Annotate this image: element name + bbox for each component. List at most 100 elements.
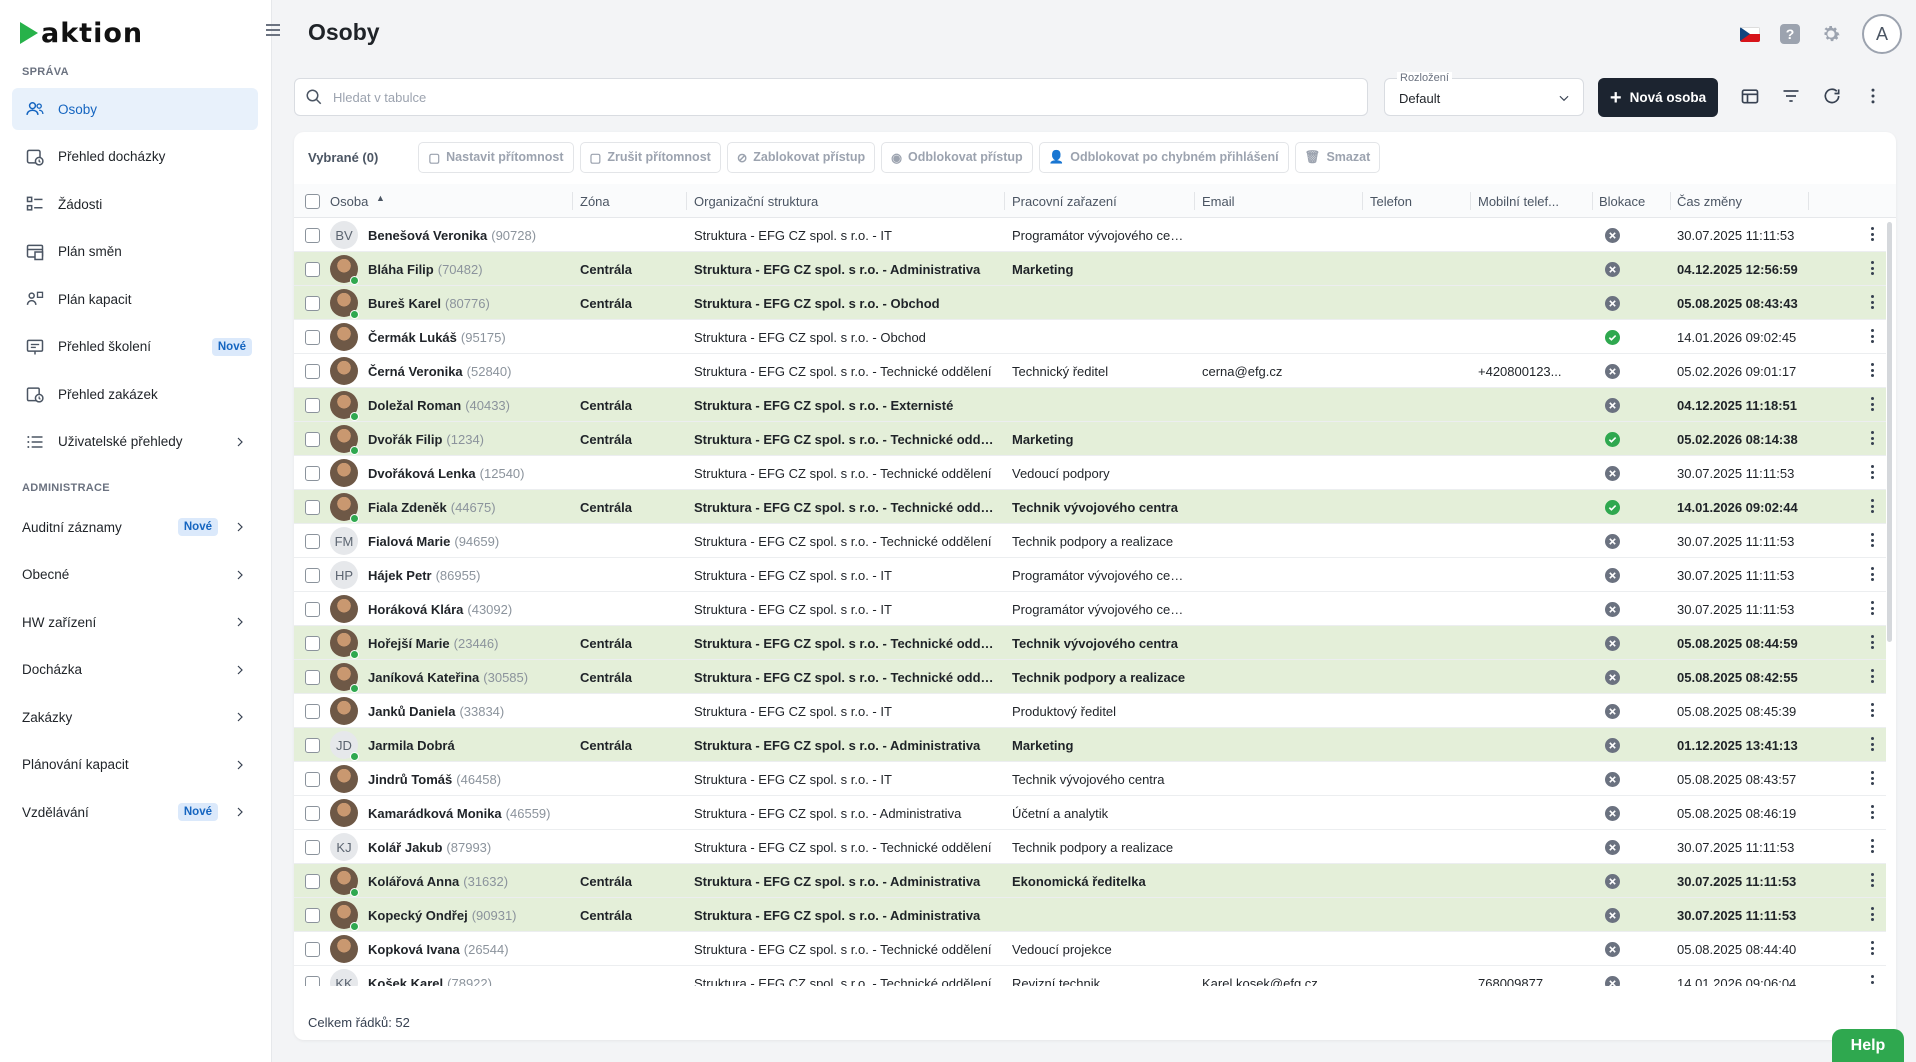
row-checkbox[interactable] xyxy=(305,500,320,515)
person-name[interactable]: Kolářová Anna (31632) xyxy=(368,874,508,889)
help-question-icon[interactable]: ? xyxy=(1780,24,1800,44)
person-name[interactable]: Fiala Zdeněk (44675) xyxy=(368,500,496,515)
row-checkbox[interactable] xyxy=(305,262,320,277)
person-name[interactable]: Černá Veronika (52840) xyxy=(368,364,511,379)
table-row[interactable]: Čermák Lukáš (95175) Struktura - EFG CZ sp… xyxy=(294,320,1886,354)
vertical-scrollbar[interactable] xyxy=(1887,222,1892,642)
sidebar-item-auditni-zaznamy[interactable]: Auditní záznamy Nové xyxy=(12,506,258,548)
row-checkbox[interactable] xyxy=(305,432,320,447)
table-row[interactable]: Doležal Roman (40433) Centrála Struktura - … xyxy=(294,388,1886,422)
column-settings-icon[interactable] xyxy=(1740,86,1760,106)
person-name[interactable]: Bláha Filip (70482) xyxy=(368,262,483,277)
row-checkbox[interactable] xyxy=(305,942,320,957)
table-row[interactable]: Horáková Klára (43092) Struktura - EFG CZ … xyxy=(294,592,1886,626)
col-job[interactable]: Pracovní zařazení xyxy=(1012,194,1117,209)
set-presence-button[interactable]: ▢ Nastavit přítomnost xyxy=(418,141,574,173)
row-menu-icon[interactable] xyxy=(1871,261,1875,278)
row-checkbox[interactable] xyxy=(305,568,320,583)
sidebar-item-osoby[interactable]: Osoby xyxy=(12,88,258,130)
person-name[interactable]: Košek Karel (78922) xyxy=(368,976,492,986)
table-row[interactable]: FM Fialová Marie (94659) Struktura - EFG CZ… xyxy=(294,524,1886,558)
layout-select[interactable]: Rozložení Default xyxy=(1384,72,1584,116)
table-row[interactable]: Bláha Filip (70482) Centrála Struktura - EF… xyxy=(294,252,1886,286)
col-phone[interactable]: Telefon xyxy=(1370,194,1412,209)
more-options-icon[interactable] xyxy=(1863,86,1883,106)
person-name[interactable]: Hořejší Marie (23446) xyxy=(368,636,498,651)
row-checkbox[interactable] xyxy=(305,738,320,753)
table-row[interactable]: HP Hájek Petr (86955) Struktura - EFG CZ sp… xyxy=(294,558,1886,592)
sidebar-item-zakazky[interactable]: Zakázky xyxy=(12,696,258,738)
table-row[interactable]: Kopková Ivana (26544) Struktura - EFG CZ s… xyxy=(294,932,1886,966)
sidebar-item-dochazka[interactable]: Docházka xyxy=(12,649,258,691)
col-mobile[interactable]: Mobilní telef... xyxy=(1478,194,1559,209)
table-row[interactable]: Kopecký Ondřej (90931) Centrála Struktura -… xyxy=(294,898,1886,932)
row-menu-icon[interactable] xyxy=(1871,431,1875,448)
sidebar-item-prehled-skoleni[interactable]: Přehled školení Nové xyxy=(12,326,258,368)
filter-icon[interactable] xyxy=(1781,86,1801,106)
table-row[interactable]: KK Košek Karel (78922) Struktura - EFG CZ s… xyxy=(294,966,1886,986)
sidebar-item-vzdelavani[interactable]: Vzdělávání Nové xyxy=(12,791,258,833)
row-menu-icon[interactable] xyxy=(1871,533,1875,550)
row-checkbox[interactable] xyxy=(305,296,320,311)
row-menu-icon[interactable] xyxy=(1871,601,1875,618)
person-name[interactable]: Dvořáková Lenka (12540) xyxy=(368,466,524,481)
search-input[interactable] xyxy=(333,89,1233,105)
sidebar-item-prehled-zakazek[interactable]: Přehled zakázek xyxy=(12,373,258,415)
row-menu-icon[interactable] xyxy=(1871,669,1875,686)
person-name[interactable]: Bureš Karel (80776) xyxy=(368,296,490,311)
row-menu-icon[interactable] xyxy=(1871,907,1875,924)
row-menu-icon[interactable] xyxy=(1871,703,1875,720)
person-name[interactable]: Kopecký Ondřej (90931) xyxy=(368,908,517,923)
table-search[interactable] xyxy=(294,78,1368,116)
row-menu-icon[interactable] xyxy=(1871,499,1875,516)
delete-button[interactable]: 🗑 Smazat xyxy=(1294,141,1381,173)
row-checkbox[interactable] xyxy=(305,398,320,413)
sidebar-item-plan-smen[interactable]: Plán směn xyxy=(12,231,258,273)
col-blokace[interactable]: Blokace xyxy=(1599,194,1645,209)
row-checkbox[interactable] xyxy=(305,908,320,923)
user-avatar[interactable]: A xyxy=(1862,14,1902,54)
row-checkbox[interactable] xyxy=(305,636,320,651)
col-cas-zmeny[interactable]: Čas změny xyxy=(1677,194,1742,209)
person-name[interactable]: Dvořák Filip (1234) xyxy=(368,432,484,447)
person-name[interactable]: Janků Daniela (33834) xyxy=(368,704,504,719)
row-checkbox[interactable] xyxy=(305,602,320,617)
table-row[interactable]: Jindrů Tomáš (46458) Struktura - EFG CZ sp… xyxy=(294,762,1886,796)
row-menu-icon[interactable] xyxy=(1871,839,1875,856)
row-menu-icon[interactable] xyxy=(1871,465,1875,482)
table-row[interactable]: Janíková Kateřina (30585) Centrála Struktur… xyxy=(294,660,1886,694)
cancel-presence-button[interactable]: ▢ Zrušit přítomnost xyxy=(579,141,721,173)
table-row[interactable]: Bureš Karel (80776) Centrála Struktura - EF… xyxy=(294,286,1886,320)
menu-toggle-icon[interactable] xyxy=(266,24,280,36)
sidebar-item-plan-kapacit[interactable]: Plán kapacit xyxy=(12,278,258,320)
row-menu-icon[interactable] xyxy=(1871,397,1875,414)
table-row[interactable]: Fiala Zdeněk (44675) Centrála Struktura - E… xyxy=(294,490,1886,524)
row-menu-icon[interactable] xyxy=(1871,363,1875,380)
person-name[interactable]: Fialová Marie (94659) xyxy=(368,534,499,549)
row-checkbox[interactable] xyxy=(305,806,320,821)
person-name[interactable]: Janíková Kateřina (30585) xyxy=(368,670,528,685)
table-row[interactable]: Janků Daniela (33834) Struktura - EFG CZ s… xyxy=(294,694,1886,728)
refresh-icon[interactable] xyxy=(1822,86,1842,106)
col-zona[interactable]: Zóna xyxy=(580,194,610,209)
person-name[interactable]: Kopková Ivana (26544) xyxy=(368,942,509,957)
row-checkbox[interactable] xyxy=(305,466,320,481)
sidebar-item-prehled-dochazky[interactable]: Přehled docházky xyxy=(12,136,258,178)
table-row[interactable]: Dvořák Filip (1234) Centrála Struktura - EF… xyxy=(294,422,1886,456)
row-menu-icon[interactable] xyxy=(1871,567,1875,584)
table-row[interactable]: BV Benešová Veronika (90728) Struktura - EF… xyxy=(294,218,1886,252)
row-checkbox[interactable] xyxy=(305,534,320,549)
person-name[interactable]: Jarmila Dobrá xyxy=(368,738,459,753)
sidebar-item-uzivatelske-prehledy[interactable]: Uživatelské přehledy xyxy=(12,421,258,463)
row-checkbox[interactable] xyxy=(305,874,320,889)
help-button[interactable]: Help xyxy=(1832,1029,1904,1062)
row-menu-icon[interactable] xyxy=(1871,975,1875,986)
sidebar-item-zadosti[interactable]: Žádosti xyxy=(12,183,258,225)
sort-asc-icon[interactable]: ▲ xyxy=(376,193,385,203)
row-menu-icon[interactable] xyxy=(1871,873,1875,890)
czech-flag-icon[interactable] xyxy=(1740,26,1760,42)
row-menu-icon[interactable] xyxy=(1871,805,1875,822)
row-checkbox[interactable] xyxy=(305,670,320,685)
row-menu-icon[interactable] xyxy=(1871,635,1875,652)
col-osoba[interactable]: Osoba xyxy=(330,194,368,209)
